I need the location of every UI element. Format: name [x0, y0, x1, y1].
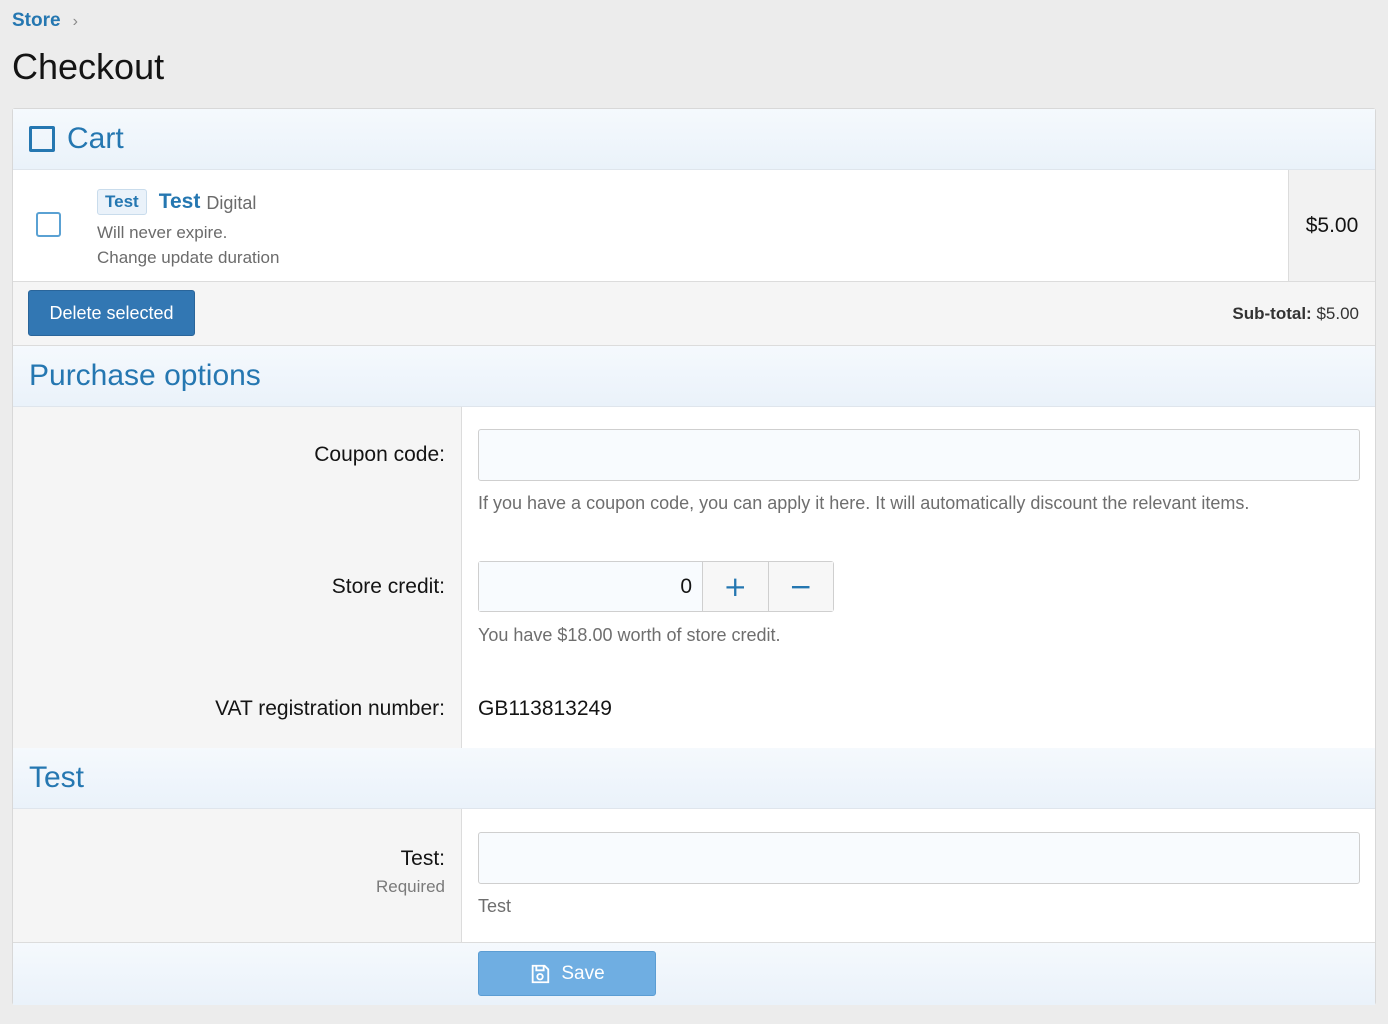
- purchase-options-heading: Purchase options: [13, 346, 1375, 407]
- store-credit-stepper: + −: [478, 561, 834, 612]
- cart-item-checkbox[interactable]: [36, 212, 61, 237]
- change-duration-link[interactable]: Change update duration: [97, 245, 279, 270]
- chevron-right-icon: ›: [72, 12, 78, 30]
- store-credit-label: Store credit:: [331, 575, 445, 598]
- test-field-hint: Test: [478, 896, 512, 916]
- checkout-panel: Cart Test Test Digital Will never expire…: [12, 108, 1376, 1005]
- vat-number-value: GB113813249: [478, 697, 612, 720]
- breadcrumb-store-link[interactable]: Store: [12, 10, 61, 32]
- label-column: Coupon code: Store credit: VAT registrat…: [13, 407, 462, 748]
- coupon-code-label: Coupon code:: [314, 443, 445, 466]
- save-row: Save: [13, 942, 1375, 1005]
- store-credit-input[interactable]: [479, 562, 702, 611]
- breadcrumb: Store ›: [12, 10, 78, 32]
- save-button[interactable]: Save: [478, 951, 656, 996]
- item-badge: Test: [97, 188, 147, 215]
- floppy-disk-icon: [532, 964, 550, 983]
- store-credit-hint: You have $18.00 worth of store credit.: [478, 625, 781, 645]
- page-title: Checkout: [12, 46, 165, 87]
- required-note: Required: [376, 877, 445, 896]
- purchase-options-form: Coupon code: Store credit: VAT registrat…: [13, 407, 1375, 748]
- item-expiry: Will never expire.: [97, 223, 228, 242]
- test-field-input[interactable]: [478, 832, 1360, 884]
- square-icon: [29, 126, 55, 152]
- label-column: Test: Required: [13, 809, 462, 942]
- test-field-label: Test:: [400, 847, 445, 870]
- vat-number-label: VAT registration number:: [215, 697, 445, 720]
- test-section-form: Test: Required Test: [13, 809, 1375, 942]
- delete-selected-button[interactable]: Delete selected: [28, 290, 195, 336]
- item-type: Digital: [206, 192, 257, 213]
- item-name-link[interactable]: Test: [159, 190, 201, 214]
- coupon-code-input[interactable]: [478, 429, 1360, 481]
- coupon-code-hint: If you have a coupon code, you can apply…: [478, 493, 1250, 513]
- cart-heading: Cart: [13, 109, 1375, 170]
- cart-item-details: Test Test Digital Will never expire. Cha…: [97, 188, 279, 270]
- subtotal-label: Sub-total:: [1232, 304, 1312, 323]
- increment-button[interactable]: +: [702, 562, 768, 611]
- cart-heading-label: Cart: [67, 122, 124, 155]
- save-button-label: Save: [561, 962, 605, 984]
- test-section-heading: Test: [13, 748, 1375, 809]
- subtotal: Sub-total: $5.00: [1232, 304, 1359, 324]
- decrement-button[interactable]: −: [767, 562, 833, 611]
- cart-item-row: Test Test Digital Will never expire. Cha…: [13, 170, 1375, 282]
- subtotal-value: $5.00: [1316, 304, 1359, 323]
- item-price: $5.00: [1288, 170, 1375, 281]
- cart-footer: Delete selected Sub-total: $5.00: [13, 282, 1375, 346]
